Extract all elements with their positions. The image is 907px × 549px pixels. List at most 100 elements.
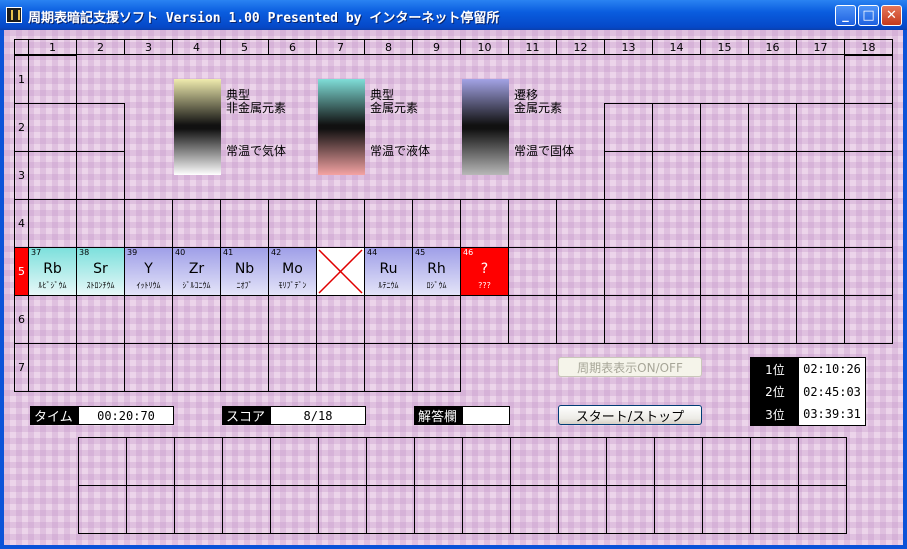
element-cell[interactable] bbox=[652, 151, 701, 200]
answer-grid-cell[interactable] bbox=[558, 437, 607, 486]
answer-grid-cell[interactable] bbox=[750, 485, 799, 534]
maximize-button[interactable]: □ bbox=[858, 5, 879, 26]
element-cell[interactable] bbox=[76, 199, 125, 248]
element-cell[interactable] bbox=[844, 151, 893, 200]
element-cell[interactable] bbox=[796, 199, 845, 248]
element-cell[interactable] bbox=[844, 295, 893, 344]
answer-grid-cell[interactable] bbox=[510, 437, 559, 486]
answer-grid-cell[interactable] bbox=[414, 437, 463, 486]
element-cell-mo[interactable]: 42 Mo ﾓﾘﾌﾞﾃﾞﾝ bbox=[268, 247, 317, 296]
answer-grid-cell[interactable] bbox=[654, 485, 703, 534]
answer-grid-cell[interactable] bbox=[414, 485, 463, 534]
element-cell[interactable] bbox=[700, 247, 749, 296]
title-bar[interactable]: 周期表暗記支援ソフト Version 1.00 Presented by インタ… bbox=[0, 0, 907, 30]
answer-grid-cell[interactable] bbox=[654, 437, 703, 486]
element-cell[interactable] bbox=[28, 103, 77, 152]
answer-grid-cell[interactable] bbox=[510, 485, 559, 534]
element-cell[interactable] bbox=[172, 343, 221, 392]
element-cell-zr[interactable]: 40 Zr ｼﾞﾙｺﾆｳﾑ bbox=[172, 247, 221, 296]
toggle-table-button[interactable]: 周期表表示ON/OFF bbox=[558, 357, 702, 377]
answer-grid-cell[interactable] bbox=[558, 485, 607, 534]
element-cell[interactable] bbox=[844, 247, 893, 296]
element-cell[interactable] bbox=[220, 199, 269, 248]
element-cell[interactable] bbox=[268, 343, 317, 392]
answer-grid-cell[interactable] bbox=[126, 485, 175, 534]
element-cell[interactable] bbox=[556, 199, 605, 248]
answer-grid-cell[interactable] bbox=[798, 485, 847, 534]
element-cell[interactable] bbox=[556, 295, 605, 344]
element-cell[interactable] bbox=[748, 199, 797, 248]
element-cell[interactable] bbox=[652, 295, 701, 344]
element-cell[interactable] bbox=[652, 247, 701, 296]
element-cell[interactable] bbox=[700, 151, 749, 200]
element-cell[interactable] bbox=[364, 343, 413, 392]
answer-grid-cell[interactable] bbox=[222, 485, 271, 534]
close-button[interactable]: ✕ bbox=[881, 5, 902, 26]
element-cell[interactable] bbox=[604, 247, 653, 296]
element-cell[interactable] bbox=[460, 295, 509, 344]
element-cell[interactable] bbox=[172, 295, 221, 344]
element-cell-nb[interactable]: 41 Nb ﾆｵﾌﾞ bbox=[220, 247, 269, 296]
answer-grid-cell[interactable] bbox=[78, 485, 127, 534]
answer-grid-cell[interactable] bbox=[318, 437, 367, 486]
element-cell[interactable] bbox=[364, 295, 413, 344]
element-cell[interactable] bbox=[268, 295, 317, 344]
answer-grid-cell[interactable] bbox=[174, 437, 223, 486]
element-cell-rb[interactable]: 37 Rb ﾙﾋﾞｼﾞｳﾑ bbox=[28, 247, 77, 296]
element-cell[interactable] bbox=[700, 295, 749, 344]
app-icon[interactable] bbox=[6, 7, 22, 23]
element-cell[interactable] bbox=[28, 343, 77, 392]
element-cell[interactable] bbox=[220, 343, 269, 392]
answer-grid-cell[interactable] bbox=[702, 437, 751, 486]
element-cell[interactable] bbox=[172, 199, 221, 248]
answer-grid-cell[interactable] bbox=[606, 437, 655, 486]
answer-grid-cell[interactable] bbox=[270, 485, 319, 534]
answer-input[interactable] bbox=[462, 406, 510, 425]
element-cell[interactable] bbox=[316, 343, 365, 392]
element-cell-rh[interactable]: 45 Rh ﾛｼﾞｳﾑ bbox=[412, 247, 461, 296]
element-cell[interactable] bbox=[268, 199, 317, 248]
element-cell[interactable] bbox=[124, 295, 173, 344]
answer-grid-cell[interactable] bbox=[366, 485, 415, 534]
element-cell[interactable] bbox=[28, 151, 77, 200]
element-cell-sr[interactable]: 38 Sr ｽﾄﾛﾝﾁｳﾑ bbox=[76, 247, 125, 296]
element-cell[interactable] bbox=[508, 295, 557, 344]
element-cell[interactable] bbox=[28, 55, 77, 104]
current-question-cell[interactable]: 46???? bbox=[460, 247, 509, 296]
element-cell[interactable] bbox=[412, 199, 461, 248]
start-stop-button[interactable]: スタート/ストップ bbox=[558, 405, 702, 425]
element-cell[interactable] bbox=[508, 247, 557, 296]
element-cell[interactable] bbox=[700, 199, 749, 248]
element-cell[interactable] bbox=[844, 199, 893, 248]
element-cell[interactable] bbox=[316, 295, 365, 344]
element-cell[interactable] bbox=[508, 199, 557, 248]
element-cell[interactable] bbox=[844, 103, 893, 152]
element-cell[interactable] bbox=[76, 103, 125, 152]
element-cell[interactable] bbox=[316, 199, 365, 248]
element-cell[interactable] bbox=[604, 295, 653, 344]
element-cell[interactable] bbox=[604, 151, 653, 200]
answer-grid-cell[interactable] bbox=[702, 485, 751, 534]
element-cell[interactable] bbox=[604, 199, 653, 248]
answer-grid-cell[interactable] bbox=[606, 485, 655, 534]
answer-grid-cell[interactable] bbox=[318, 485, 367, 534]
answer-grid-cell[interactable] bbox=[174, 485, 223, 534]
element-cell[interactable] bbox=[796, 247, 845, 296]
answer-grid-cell[interactable] bbox=[462, 437, 511, 486]
answer-grid-cell[interactable] bbox=[366, 437, 415, 486]
element-cell[interactable] bbox=[556, 247, 605, 296]
element-cell[interactable] bbox=[844, 55, 893, 104]
element-cell[interactable] bbox=[220, 295, 269, 344]
element-cell[interactable] bbox=[364, 199, 413, 248]
answer-grid-cell[interactable] bbox=[78, 437, 127, 486]
element-cell[interactable] bbox=[76, 295, 125, 344]
element-cell[interactable] bbox=[28, 295, 77, 344]
answer-grid-cell[interactable] bbox=[750, 437, 799, 486]
element-cell[interactable] bbox=[652, 103, 701, 152]
answer-grid-cell[interactable] bbox=[270, 437, 319, 486]
answer-grid-cell[interactable] bbox=[126, 437, 175, 486]
element-cell[interactable] bbox=[748, 103, 797, 152]
element-cell[interactable] bbox=[796, 103, 845, 152]
element-cell[interactable] bbox=[652, 199, 701, 248]
element-cell[interactable] bbox=[28, 199, 77, 248]
